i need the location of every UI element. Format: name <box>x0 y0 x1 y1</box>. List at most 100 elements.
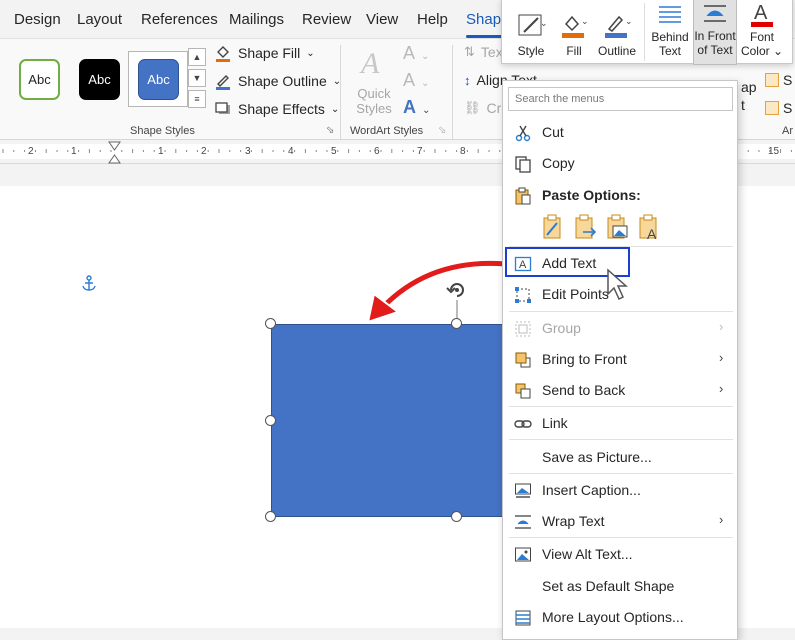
position-partial-label: t <box>741 97 745 113</box>
mouse-pointer-icon <box>607 268 628 301</box>
quick-styles-button[interactable]: A Quick Styles <box>355 45 393 116</box>
paint-bucket-icon: ⌄ <box>562 15 589 38</box>
arrange-partial-label-1: S <box>783 72 793 88</box>
arrange-group-label: Ar <box>782 125 793 137</box>
paste-keep-formatting-icon[interactable] <box>541 213 565 241</box>
menu-item-bring-to-front[interactable]: Bring to Front › <box>503 345 737 373</box>
shape-style-swatch-outline[interactable]: Abc <box>19 59 60 100</box>
in-front-of-text-icon <box>704 5 726 22</box>
tab-review[interactable]: Review <box>302 11 351 28</box>
mini-style-button[interactable]: ⌄ Style <box>508 0 554 65</box>
menu-item-send-to-back[interactable]: Send to Back › <box>503 376 737 404</box>
resize-handle-bottom-middle[interactable] <box>451 511 462 522</box>
group-icon <box>515 321 531 337</box>
resize-handle-top-left[interactable] <box>265 318 276 329</box>
shape-outline-label: Shape Outline <box>238 73 327 89</box>
ruler-number: 1 <box>158 146 164 157</box>
text-effects-icon[interactable]: A ⌄ <box>403 97 430 118</box>
resize-handle-bottom-left[interactable] <box>265 511 276 522</box>
mini-fill-button[interactable]: ⌄ Fill <box>554 0 594 65</box>
paste-option-buttons: A <box>541 213 661 243</box>
search-menus-input[interactable]: Search the menus <box>508 87 733 111</box>
wordart-dialog-launcher-icon[interactable]: ⬂ <box>438 125 446 136</box>
mini-outline-button[interactable]: ⌄ Outline <box>594 0 640 65</box>
insert-caption-icon <box>515 483 531 498</box>
svg-text:⌄: ⌄ <box>625 16 632 26</box>
gallery-up-button[interactable]: ▲ <box>188 48 206 66</box>
menu-item-copy[interactable]: Copy <box>503 149 737 177</box>
selected-rectangle-shape[interactable] <box>271 324 531 517</box>
paste-picture-icon[interactable] <box>605 213 629 241</box>
menu-item-set-default-shape[interactable]: Set as Default Shape <box>503 572 737 600</box>
menu-item-save-as-picture[interactable]: Save as Picture... <box>503 443 737 471</box>
tab-references[interactable]: References <box>141 11 218 28</box>
menu-separator <box>509 406 733 407</box>
text-fill-icon[interactable]: A ⌄ <box>403 43 429 64</box>
menu-item-label: Group <box>542 320 581 336</box>
shape-style-swatch-black[interactable]: Abc <box>79 59 120 100</box>
shape-style-swatch-blue[interactable]: Abc <box>138 59 179 100</box>
ruler-number: 3 <box>245 146 251 157</box>
edit-points-icon <box>515 287 531 303</box>
dialog-launcher-icon[interactable]: ⬂ <box>326 125 334 136</box>
menu-item-view-alt-text[interactable]: View Alt Text... <box>503 540 737 568</box>
tab-mailings[interactable]: Mailings <box>229 11 284 28</box>
paste-merge-formatting-icon[interactable] <box>573 213 597 241</box>
menu-item-label: View Alt Text... <box>542 546 633 562</box>
tab-view[interactable]: View <box>366 11 398 28</box>
menu-separator <box>509 439 733 440</box>
shape-styles-group-label: Shape Styles <box>130 125 195 137</box>
send-back-icon <box>515 383 531 399</box>
mini-outline-label: Outline <box>597 44 637 58</box>
link-icon <box>514 420 532 428</box>
text-outline-icon[interactable]: A ⌄ <box>403 70 429 91</box>
text-direction-button[interactable]: ⇅ Tex <box>464 44 503 60</box>
resize-handle-middle-left[interactable] <box>265 415 276 426</box>
wordart-styles-group-label: WordArt Styles <box>350 125 424 137</box>
mini-behind-text-button[interactable]: Behind Text <box>648 0 692 65</box>
pen-icon <box>216 75 230 90</box>
mini-in-front-label-1: In Front <box>694 29 736 43</box>
menu-item-wrap-text[interactable]: Wrap Text › <box>503 507 737 535</box>
layout-options-icon <box>515 610 531 626</box>
tab-design[interactable]: Design <box>14 11 61 28</box>
menu-item-label: More Layout Options... <box>542 609 684 625</box>
arrange-icon-2[interactable] <box>765 101 779 115</box>
chain-link-icon: ⛓ <box>464 100 481 115</box>
menu-item-cut[interactable]: Cut <box>503 118 737 146</box>
cut-icon <box>515 125 531 142</box>
menu-item-more-layout-options[interactable]: More Layout Options... <box>503 603 737 631</box>
menu-item-group[interactable]: Group › <box>503 314 737 342</box>
menu-item-insert-caption[interactable]: Insert Caption... <box>503 476 737 504</box>
bring-front-icon <box>515 352 531 368</box>
ruler-number: 6 <box>374 146 380 157</box>
menu-item-link[interactable]: Link <box>503 409 737 437</box>
arrange-icon[interactable] <box>765 73 779 87</box>
tab-help[interactable]: Help <box>417 11 448 28</box>
ruler-number: 8 <box>460 146 466 157</box>
quick-styles-label: Quick Styles <box>356 86 392 116</box>
paste-text-only-icon[interactable]: A <box>637 213 661 241</box>
mini-font-color-button[interactable]: A Font Color ⌄ <box>740 0 784 65</box>
anchor-icon[interactable] <box>80 275 98 293</box>
shape-fill-label: Shape Fill <box>238 45 301 61</box>
text-direction-label: Tex <box>480 44 503 60</box>
shape-fill-button[interactable]: Shape Fill ⌄ <box>214 44 315 62</box>
ruler-number: 15 <box>768 146 780 157</box>
menu-separator <box>509 473 733 474</box>
shape-effects-button[interactable]: Shape Effects ⌄ <box>214 100 339 118</box>
ribbon-separator <box>452 45 453 139</box>
floating-mini-toolbar: ⌄ Style ⌄ Fill ⌄ Outline Behind Text In … <box>501 0 793 65</box>
menu-item-label: Edit Points <box>542 286 609 302</box>
gallery-down-button[interactable]: ▼ <box>188 69 206 87</box>
tab-layout[interactable]: Layout <box>77 11 122 28</box>
svg-text:A: A <box>754 2 768 24</box>
shape-outline-button[interactable]: Shape Outline ⌄ <box>214 72 341 90</box>
wordart-a-icon: A <box>359 47 380 80</box>
ruler-number: 2 <box>28 146 34 157</box>
ruler-number: 2 <box>201 146 207 157</box>
svg-text:⌄: ⌄ <box>540 18 546 28</box>
mini-in-front-button[interactable]: In Front of Text <box>693 0 737 65</box>
gallery-more-button[interactable]: ≡ <box>188 90 206 108</box>
indent-marker-icon[interactable] <box>108 141 121 164</box>
